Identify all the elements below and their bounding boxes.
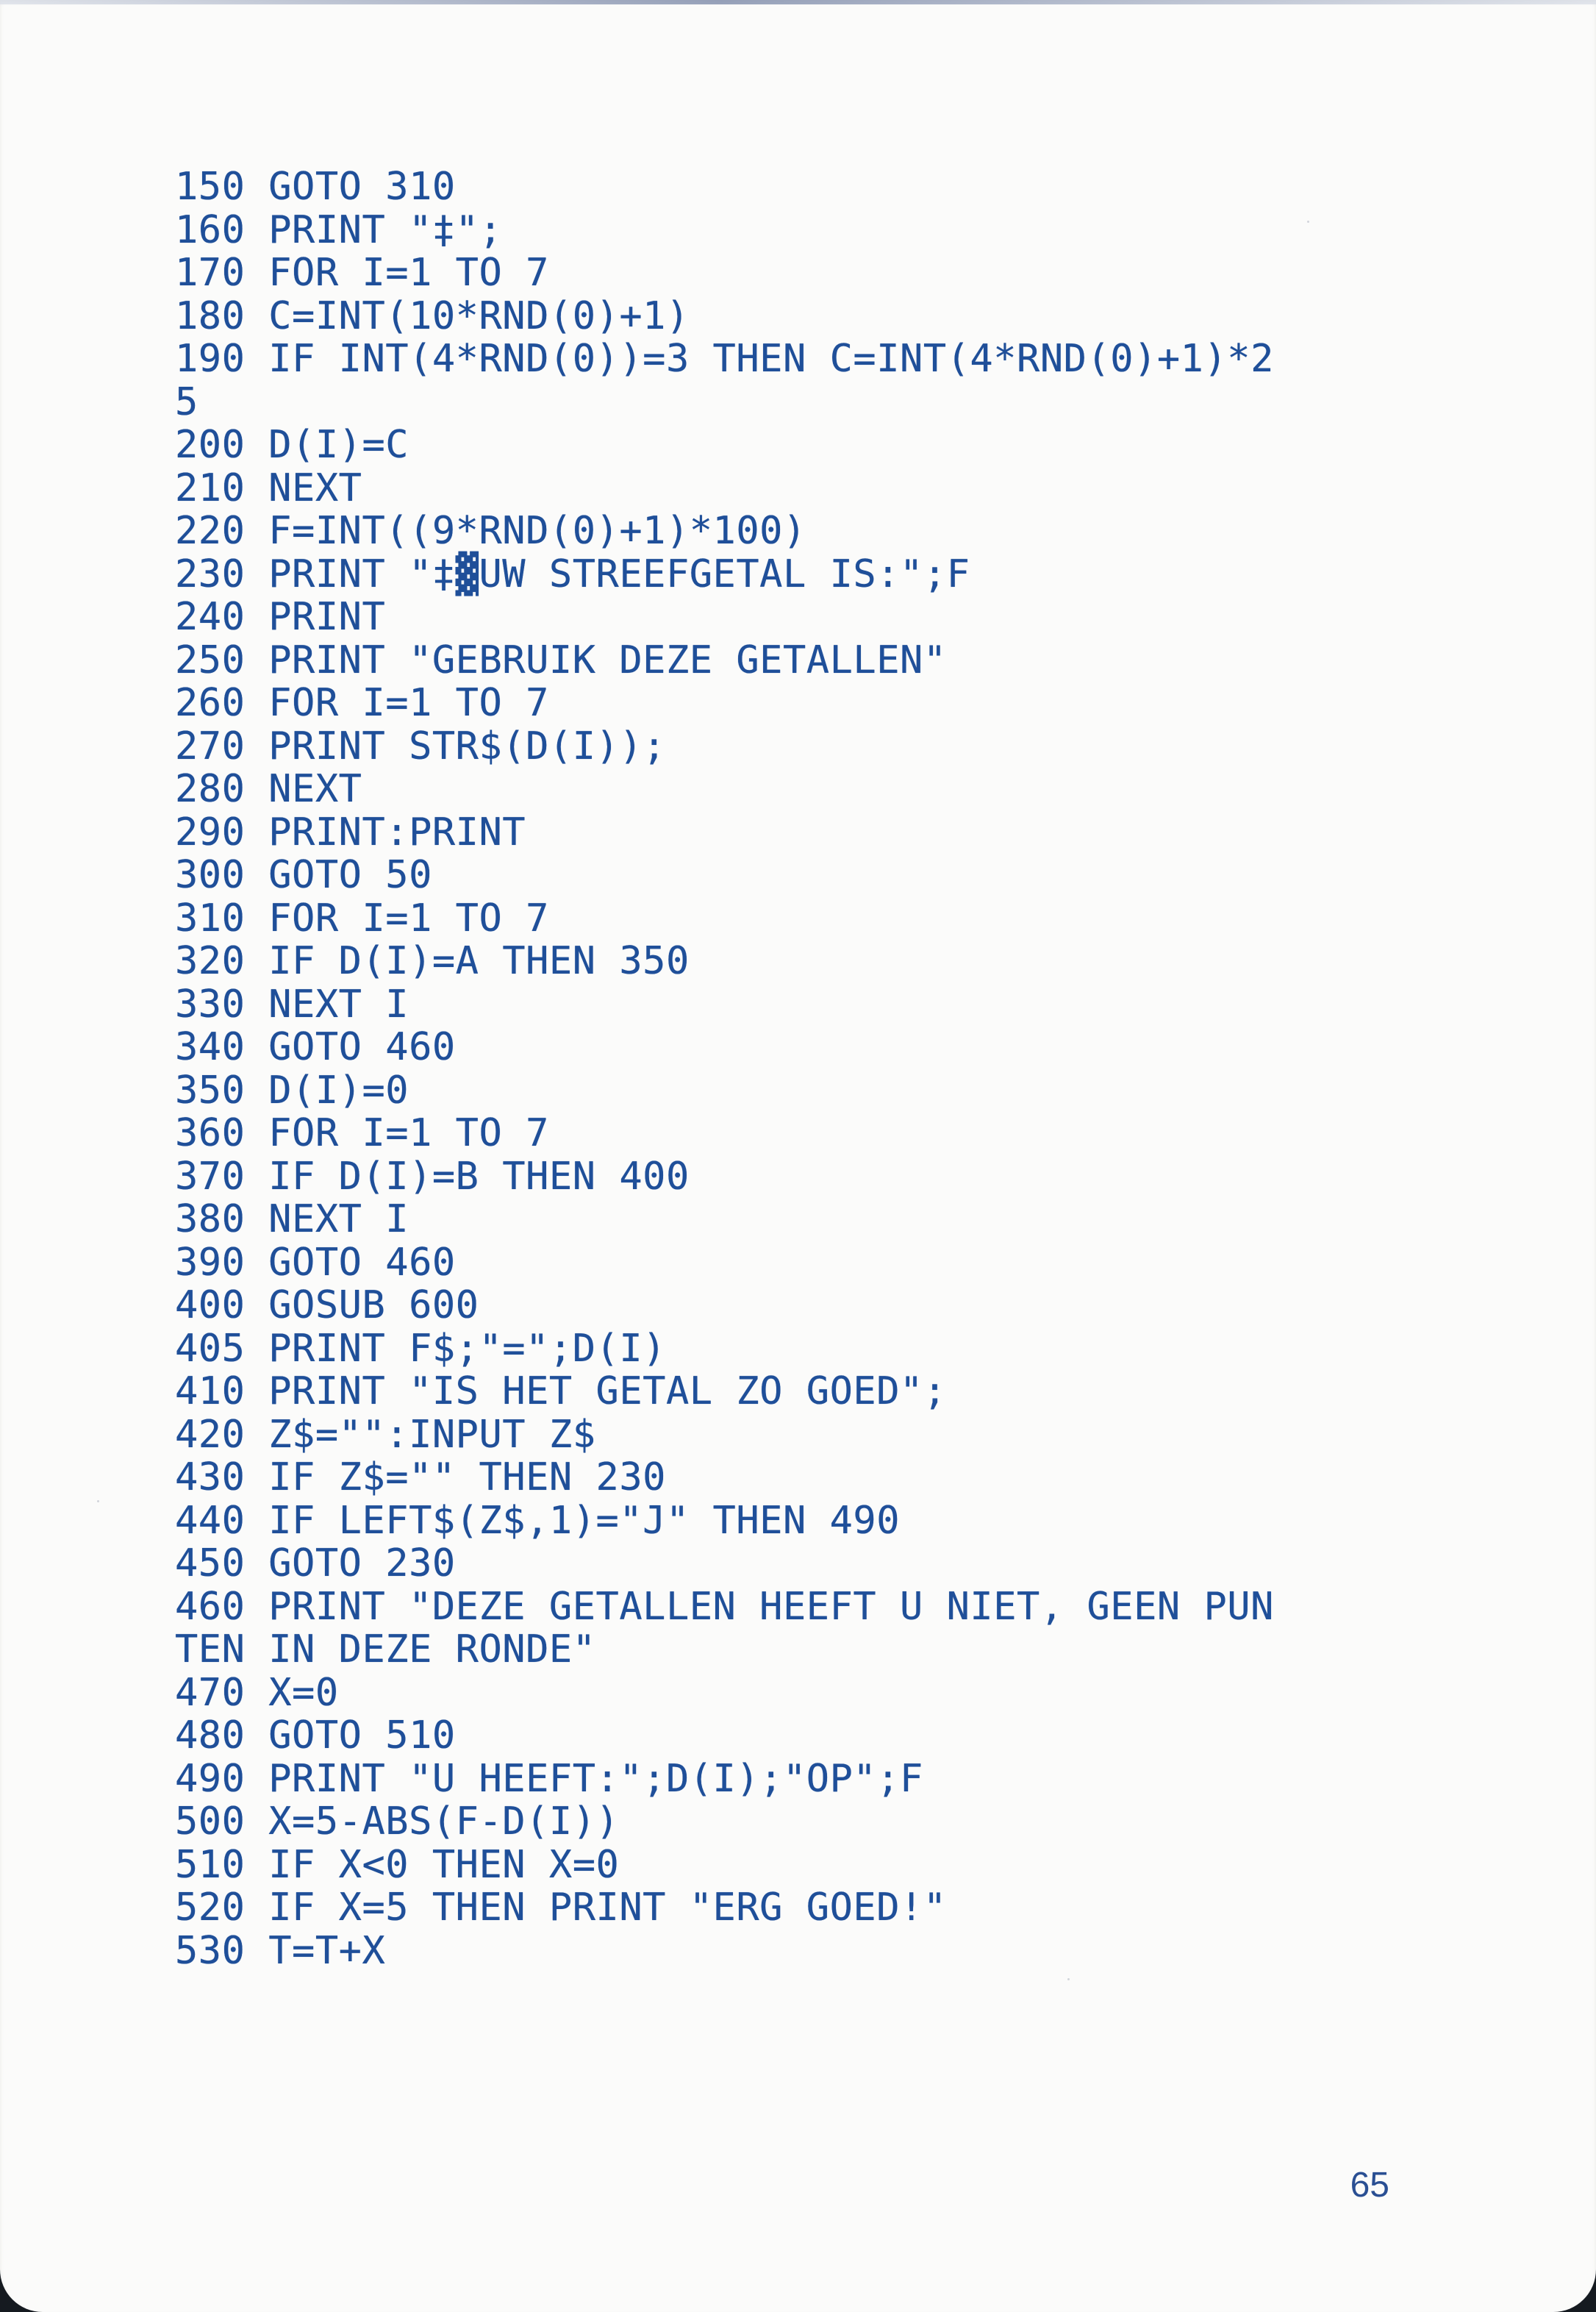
code-line: 220 F=INT((9*RND(0)+1)*100) xyxy=(175,509,806,553)
code-line: 470 X=0 xyxy=(175,1670,339,1715)
code-line: 330 NEXT I xyxy=(175,982,409,1027)
code-line: 210 NEXT xyxy=(175,465,362,510)
code-line: 360 FOR I=1 TO 7 xyxy=(175,1111,549,1155)
code-line: 180 C=INT(10*RND(0)+1) xyxy=(175,293,690,338)
code-line: 200 D(I)=C xyxy=(175,423,409,467)
code-line: 400 GOSUB 600 xyxy=(175,1283,479,1327)
code-line: 380 NEXT I xyxy=(175,1197,409,1241)
code-line: 320 IF D(I)=A THEN 350 xyxy=(175,939,690,983)
code-line: 480 GOTO 510 xyxy=(175,1713,456,1758)
code-line: 150 GOTO 310 xyxy=(175,165,456,209)
basic-program-listing: 150 GOTO 310 160 PRINT "‡"; 170 FOR I=1 TO… xyxy=(175,165,1395,1972)
paper-speck xyxy=(97,1500,99,1502)
book-page: 150 GOTO 310 160 PRINT "‡"; 170 FOR I=1 TO… xyxy=(0,0,1596,2312)
code-line: 290 PRINT:PRINT xyxy=(175,810,526,854)
code-line: 230 PRINT "‡▓UW STREEFGETAL IS:";F xyxy=(175,552,970,596)
code-line: 520 IF X=5 THEN PRINT "ERG GOED!" xyxy=(175,1885,947,1930)
code-line: 440 IF LEFT$(Z$,1)="J" THEN 490 xyxy=(175,1498,901,1543)
code-line: 350 D(I)=0 xyxy=(175,1068,409,1113)
code-line: 160 PRINT "‡"; xyxy=(175,207,503,252)
code-line: 5 xyxy=(175,379,198,424)
code-line: 310 FOR I=1 TO 7 xyxy=(175,896,549,941)
code-line: 500 X=5-ABS(F-D(I)) xyxy=(175,1799,620,1844)
code-line: 340 GOTO 460 xyxy=(175,1025,456,1069)
code-line: 260 FOR I=1 TO 7 xyxy=(175,681,549,725)
code-line: 420 Z$="":INPUT Z$ xyxy=(175,1412,596,1457)
code-line: 410 PRINT "IS HET GETAL ZO GOED"; xyxy=(175,1369,947,1413)
code-line: 510 IF X<0 THEN X=0 xyxy=(175,1842,620,1887)
code-line: 530 T=T+X xyxy=(175,1928,386,1973)
code-line: 250 PRINT "GEBRUIK DEZE GETALLEN" xyxy=(175,638,947,682)
code-line: 170 FOR I=1 TO 7 xyxy=(175,251,549,295)
code-line: 280 NEXT xyxy=(175,767,362,811)
paper-speck xyxy=(1067,1978,1070,1980)
page-top-edge xyxy=(0,0,1596,4)
code-line: 460 PRINT "DEZE GETALLEN HEEFT U NIET, G… xyxy=(175,1584,1274,1629)
code-line: 370 IF D(I)=B THEN 400 xyxy=(175,1154,690,1199)
code-line: 270 PRINT STR$(D(I)); xyxy=(175,724,666,768)
page-number: 65 xyxy=(1350,2166,1389,2205)
code-line: TEN IN DEZE RONDE" xyxy=(175,1627,596,1671)
code-line: 490 PRINT "U HEEFT:";D(I);"OP";F xyxy=(175,1756,923,1801)
code-line: 390 GOTO 460 xyxy=(175,1240,456,1285)
code-line: 240 PRINT xyxy=(175,595,386,639)
paper-speck xyxy=(1307,221,1309,223)
code-line: 405 PRINT F$;"=";D(I) xyxy=(175,1326,666,1371)
code-line: 300 GOTO 50 xyxy=(175,853,432,897)
code-line: 190 IF INT(4*RND(0))=3 THEN C=INT(4*RND(… xyxy=(175,337,1274,381)
code-line: 430 IF Z$="" THEN 230 xyxy=(175,1455,666,1499)
code-line: 450 GOTO 230 xyxy=(175,1541,456,1585)
